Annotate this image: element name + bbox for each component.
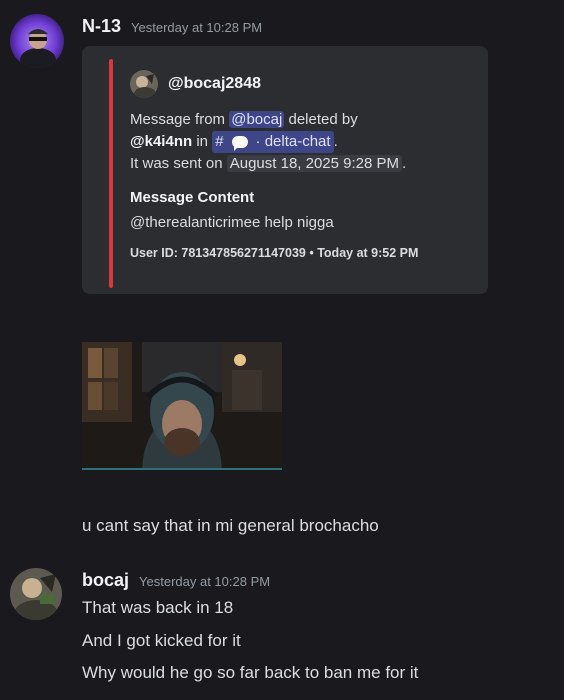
- channel-name: · delta-chat: [255, 133, 331, 150]
- desc-deleted-by: deleted by: [288, 111, 358, 128]
- image-attachment[interactable]: [82, 342, 282, 470]
- user-avatar-image: [10, 568, 62, 620]
- hash-icon: #: [215, 133, 224, 150]
- user-avatar-image: [10, 14, 64, 68]
- message-header: bocaj Yesterday at 10:28 PM: [82, 570, 270, 591]
- embed-author: @bocaj2848: [130, 70, 261, 98]
- footer-separator: •: [309, 246, 314, 260]
- embed-author-avatar-image: [130, 70, 158, 98]
- username[interactable]: bocaj: [82, 570, 129, 591]
- desc-prefix: Message from: [130, 111, 226, 128]
- message-line: That was back in 18: [82, 598, 234, 617]
- sent-prefix: It was sent on: [130, 155, 223, 172]
- sent-period: .: [402, 155, 407, 172]
- message-text: u cant say that in mi general brochacho: [82, 516, 379, 535]
- desc-in: in: [196, 133, 209, 150]
- user-mention-k4i4nn[interactable]: @k4i4nn: [130, 133, 192, 150]
- embed-author-name[interactable]: @bocaj2848: [168, 75, 261, 93]
- channel-mention[interactable]: # · delta-chat: [212, 131, 334, 153]
- timestamp[interactable]: Yesterday at 10:28 PM: [139, 574, 270, 589]
- embed-accent-bar: [109, 59, 113, 288]
- footer-time: Today at 9:52 PM: [317, 246, 419, 260]
- attachment-image: [82, 342, 282, 470]
- username[interactable]: N-13: [82, 16, 121, 37]
- sent-date[interactable]: August 18, 2025 9:28 PM: [226, 155, 403, 172]
- embed-description: Message from @bocaj deleted by @k4i4nn i…: [130, 109, 470, 175]
- timestamp[interactable]: Yesterday at 10:28 PM: [131, 20, 262, 35]
- desc-period: .: [333, 133, 338, 150]
- avatar[interactable]: [10, 14, 64, 68]
- embed-footer: User ID: 781347856271147039 • Today at 9…: [130, 246, 418, 260]
- embed-field-name: Message Content: [130, 189, 255, 206]
- speech-bubble-icon: [231, 136, 248, 151]
- embed-author-avatar[interactable]: [130, 70, 158, 98]
- message-header: N-13 Yesterday at 10:28 PM: [82, 16, 262, 37]
- user-mention-bocaj[interactable]: @bocaj: [229, 111, 285, 128]
- embed-field-value: @therealanticrimee help nigga: [130, 214, 334, 231]
- message-line: And I got kicked for it: [82, 631, 241, 650]
- avatar[interactable]: [10, 568, 62, 620]
- footer-user-id: User ID: 781347856271147039: [130, 246, 306, 260]
- deleted-message-embed: @bocaj2848 Message from @bocaj deleted b…: [82, 46, 488, 294]
- message-line: Why would he go so far back to ban me fo…: [82, 663, 419, 682]
